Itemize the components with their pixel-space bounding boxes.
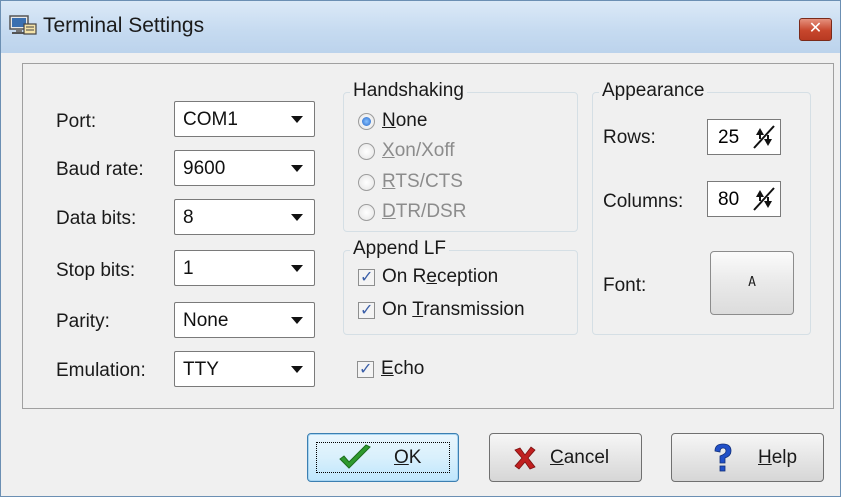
dialog-client-area: Port: COM1 Baud rate: 9600 Data bits: 8 … — [9, 53, 834, 489]
radio-rts-cts-label[interactable]: RTS/CTS — [382, 171, 463, 193]
cancel-button[interactable]: Cancel — [489, 433, 642, 482]
stop-bits-label: Stop bits: — [56, 260, 136, 281]
focus-indicator — [316, 442, 450, 473]
stop-bits-value: 1 — [183, 258, 194, 279]
append-lf-group: Append LF On Reception On Transmission — [343, 238, 578, 335]
echo-checkbox[interactable] — [357, 359, 374, 378]
columns-label: Columns: — [603, 191, 684, 212]
chevron-down-icon — [291, 214, 303, 221]
title-bar[interactable]: Terminal Settings ✕ — [1, 1, 840, 53]
parity-label: Parity: — [56, 311, 110, 332]
baud-rate-label: Baud rate: — [56, 159, 144, 180]
columns-spinner[interactable]: 80 — [707, 181, 781, 217]
data-bits-label: Data bits: — [56, 208, 137, 229]
columns-value: 80 — [718, 189, 740, 210]
append-lf-title: Append LF — [350, 238, 449, 260]
help-question-icon — [714, 443, 732, 472]
parity-value: None — [183, 310, 229, 331]
font-button[interactable]: A — [710, 251, 794, 315]
radio-xon-xoff-label[interactable]: Xon/Xoff — [382, 140, 455, 162]
on-reception-label[interactable]: On Reception — [382, 266, 498, 288]
data-bits-select[interactable]: 8 — [174, 199, 315, 235]
window-title: Terminal Settings — [43, 14, 205, 37]
on-reception-checkbox[interactable] — [358, 267, 375, 286]
chevron-down-icon — [291, 366, 303, 373]
handshaking-group: Handshaking None Xon/Xoff RTS/CTS DTR/DS… — [343, 80, 578, 232]
on-transmission-label[interactable]: On Transmission — [382, 299, 525, 321]
checkmark-icon — [339, 444, 371, 469]
baud-rate-select[interactable]: 9600 — [174, 150, 315, 186]
port-select[interactable]: COM1 — [174, 101, 315, 137]
close-icon: ✕ — [808, 20, 823, 37]
radio-none-label[interactable]: None — [382, 110, 427, 132]
cancel-label: Cancel — [550, 447, 610, 468]
font-label: Font: — [603, 275, 647, 296]
appearance-title: Appearance — [599, 80, 708, 102]
spin-arrows-icon[interactable] — [751, 123, 777, 151]
on-transmission-checkbox[interactable] — [358, 300, 375, 319]
port-label: Port: — [56, 111, 97, 132]
handshaking-title: Handshaking — [350, 80, 467, 102]
radio-xon-xoff[interactable] — [358, 143, 375, 160]
rows-spinner[interactable]: 25 — [707, 119, 781, 155]
rows-value: 25 — [718, 127, 740, 148]
settings-panel: Port: COM1 Baud rate: 9600 Data bits: 8 … — [22, 63, 834, 409]
radio-rts-cts[interactable] — [358, 174, 375, 191]
chevron-down-icon — [291, 317, 303, 324]
terminal-app-icon — [9, 15, 37, 35]
parity-select[interactable]: None — [174, 302, 315, 338]
appearance-group: Appearance Rows: 25 Columns: 80 Font: A — [592, 80, 811, 335]
port-value: COM1 — [183, 109, 238, 130]
chevron-down-icon — [291, 116, 303, 123]
emulation-select[interactable]: TTY — [174, 351, 315, 387]
ok-label: OK — [394, 447, 422, 468]
close-button[interactable]: ✕ — [799, 18, 832, 41]
spin-arrows-icon[interactable] — [751, 185, 777, 213]
emulation-label: Emulation: — [56, 360, 146, 381]
echo-label[interactable]: Echo — [381, 358, 424, 380]
chevron-down-icon — [291, 265, 303, 272]
rows-label: Rows: — [603, 127, 656, 148]
help-label: Help — [758, 447, 798, 468]
data-bits-value: 8 — [183, 207, 194, 228]
radio-dtr-dsr-label[interactable]: DTR/DSR — [382, 201, 466, 223]
baud-rate-value: 9600 — [183, 158, 226, 179]
chevron-down-icon — [291, 165, 303, 172]
terminal-settings-dialog: Terminal Settings ✕ Port: COM1 Baud rate… — [0, 0, 841, 497]
help-button[interactable]: Help — [671, 433, 824, 482]
cancel-x-icon — [514, 446, 536, 470]
stop-bits-select[interactable]: 1 — [174, 250, 315, 286]
ok-button[interactable]: OK — [307, 433, 459, 482]
emulation-value: TTY — [183, 359, 219, 380]
radio-dtr-dsr[interactable] — [358, 204, 375, 221]
radio-none[interactable] — [358, 113, 375, 130]
